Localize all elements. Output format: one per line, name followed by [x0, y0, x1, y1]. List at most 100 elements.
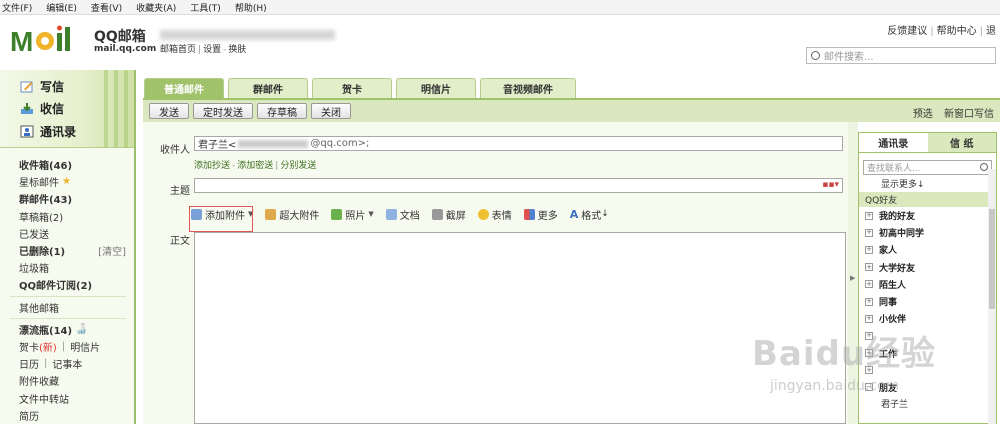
close-button[interactable]: 关闭 — [311, 103, 351, 119]
menu-favorites[interactable]: 收藏夹(A) — [136, 1, 176, 14]
expand-icon: + — [865, 228, 873, 237]
folder-drafts[interactable]: 草稿箱(2) — [0, 208, 134, 225]
link-skin[interactable]: 换肤 — [228, 45, 246, 55]
more-button[interactable]: 更多 — [523, 207, 558, 222]
separate-send-link[interactable]: 分别发送 — [280, 161, 316, 171]
link-settings[interactable]: 设置 — [203, 45, 221, 55]
photo-button[interactable]: 照片 ▼ — [331, 207, 374, 222]
tab-av-mail[interactable]: 音视频邮件 — [480, 78, 576, 98]
expand-icon: + — [865, 262, 873, 272]
folder-inbox[interactable]: 收件箱(46) — [0, 156, 134, 173]
tab-card[interactable]: 贺卡 — [312, 78, 392, 98]
save-draft-button[interactable]: 存草稿 — [257, 103, 307, 119]
group-strangers[interactable]: + 陌生人 — [859, 276, 996, 293]
link-calendar[interactable]: 日历 — [19, 356, 39, 371]
folder-group-mail[interactable]: 群邮件(43) — [0, 190, 134, 207]
body-label: 正文 — [170, 236, 190, 247]
search-placeholder: 邮件搜索... — [824, 52, 874, 63]
to-field[interactable]: 君子兰< @qq.com>; — [194, 136, 843, 151]
folder-calendar: 日历 | 记事本 — [19, 356, 83, 372]
smiley-icon — [477, 208, 489, 220]
add-bcc-link[interactable]: 添加密送 — [237, 161, 273, 171]
scheduled-send-button[interactable]: 定时发送 — [193, 103, 253, 119]
group-buddies[interactable]: + 小伙伴 — [859, 310, 996, 327]
link-cards[interactable]: 贺卡 — [19, 339, 39, 354]
add-cc-link[interactable]: 添加抄送 — [194, 161, 230, 171]
brand-domain: mail.qq.com — [94, 44, 157, 54]
contact-search-input[interactable]: 查找联系人... — [863, 160, 992, 175]
menubar: 文件(F) 编辑(E) 查看(V) 收藏夹(A) 工具(T) 帮助(H) — [0, 0, 1000, 15]
qq-friends-header: QQ好友 — [859, 192, 996, 207]
inbox-download-icon — [21, 103, 33, 114]
to-label: 收件人 — [160, 145, 190, 156]
menu-file[interactable]: 文件(F) — [2, 1, 32, 14]
grid-icon — [523, 208, 535, 220]
show-more-link[interactable]: 显示更多↓ — [859, 177, 996, 190]
contact-item[interactable]: 君子兰 — [859, 396, 996, 410]
sidebar: 写信 收信 通讯录 收件箱(46) 星标邮件 ★ 群邮件(43) 草稿箱(2) 已… — [0, 70, 136, 424]
folder-drift-bottle[interactable]: 漂流瓶(14) 🍶 — [0, 321, 134, 338]
cc-links: 添加抄送 - 添加密送 | 分别发送 — [194, 161, 317, 171]
link-mail-home[interactable]: 邮箱首页 — [160, 45, 196, 55]
preview-link[interactable]: 预选 — [913, 109, 933, 120]
folder-spam[interactable]: 垃圾箱 — [0, 259, 134, 276]
tab-normal-mail[interactable]: 普通邮件 — [144, 78, 224, 98]
receive-action[interactable]: 收信 — [20, 100, 64, 117]
new-window-link[interactable]: 新窗口写信 — [944, 109, 994, 120]
folder-attachments[interactable]: 附件收藏 — [0, 372, 134, 389]
send-button[interactable]: 发送 — [149, 103, 189, 119]
mail-search-input[interactable]: 邮件搜索... — [806, 47, 996, 64]
watermark-url: jingyan.baidu.com — [770, 378, 900, 394]
document-button[interactable]: 文档 — [385, 207, 420, 222]
contacts-action[interactable]: 通讯录 — [20, 123, 76, 140]
link-postcards[interactable]: 明信片 — [70, 339, 100, 354]
format-toolbar: 添加附件 ▼ 超大附件 照片 ▼ 文档 截屏 表情 更多 A 格式 ↓ — [191, 206, 621, 222]
tab-group-mail[interactable]: 群邮件 — [228, 78, 308, 98]
tab-postcard[interactable]: 明信片 — [396, 78, 476, 98]
folder-list: 收件箱(46) 星标邮件 ★ 群邮件(43) 草稿箱(2) 已发送 已删除(1)[… — [0, 156, 134, 424]
link-notepad[interactable]: 记事本 — [52, 356, 82, 371]
format-button[interactable]: A 格式 ↓ — [570, 207, 609, 222]
tab-contacts[interactable]: 通讯录 — [859, 133, 928, 152]
tab-stationery[interactable]: 信 纸 — [927, 133, 996, 152]
link-logout[interactable]: 退 — [986, 26, 996, 37]
mail-logo-icon[interactable]: M — [10, 24, 85, 58]
compose-form: 收件人 君子兰< @qq.com>; 添加抄送 - 添加密送 | 分别发送 主题 ▪▪▾ … — [143, 122, 848, 424]
group-college[interactable]: + 大学好友 — [859, 259, 996, 276]
group-my-friends[interactable]: + 我的好友 — [859, 207, 996, 224]
folder-other-mailboxes[interactable]: 其他邮箱 — [0, 299, 134, 316]
folder-starred[interactable]: 星标邮件 ★ — [0, 173, 134, 190]
group-coworkers[interactable]: + 同事 — [859, 293, 996, 310]
link-feedback[interactable]: 反馈建议 — [887, 26, 927, 37]
folder-subscriptions[interactable]: QQ邮件订阅(2) — [0, 276, 134, 293]
emoji-button[interactable]: 表情 — [477, 207, 512, 222]
screenshot-button[interactable]: 截屏 — [431, 207, 466, 222]
compose-action[interactable]: 写信 — [20, 78, 64, 95]
search-icon — [980, 163, 988, 171]
font-a-icon: A — [569, 207, 579, 221]
menu-tools[interactable]: 工具(T) — [190, 1, 221, 14]
menu-edit[interactable]: 编辑(E) — [46, 1, 77, 14]
group-family[interactable]: + 家人 — [859, 241, 996, 258]
menu-view[interactable]: 查看(V) — [91, 1, 122, 14]
folder-resume[interactable]: 简历 — [0, 407, 134, 424]
user-account-blurred — [160, 30, 335, 40]
folder-file-transfer[interactable]: 文件中转站 — [0, 389, 134, 406]
color-grid-icon[interactable]: ▪▪▾ — [822, 180, 839, 190]
link-help-center[interactable]: 帮助中心 — [937, 26, 977, 37]
menu-help[interactable]: 帮助(H) — [235, 1, 267, 14]
contacts-scrollbar[interactable] — [988, 169, 996, 424]
empty-trash-link[interactable]: [清空] — [98, 243, 126, 258]
large-attachment-button[interactable]: 超大附件 — [265, 207, 319, 222]
header: M QQ邮箱 mail.qq.com 邮箱首页 | 设置 - 换肤 反馈建议 | 帮助中心 |… — [0, 16, 1000, 68]
subject-input[interactable]: ▪▪▾ — [194, 178, 843, 193]
attachment-highlight-box — [189, 206, 253, 232]
folder-deleted[interactable]: 已删除(1) [清空] — [0, 242, 134, 259]
folder-sent[interactable]: 已发送 — [0, 225, 134, 242]
group-classmates[interactable]: + 初高中同学 — [859, 224, 996, 241]
toolbar-right-links: 预选 新窗口写信 — [905, 105, 994, 120]
scissors-icon — [431, 208, 443, 220]
body-editor[interactable] — [194, 232, 846, 424]
compose-tabs: 普通邮件 群邮件 贺卡 明信片 音视频邮件 — [136, 78, 1000, 98]
subject-label: 主题 — [170, 186, 190, 197]
